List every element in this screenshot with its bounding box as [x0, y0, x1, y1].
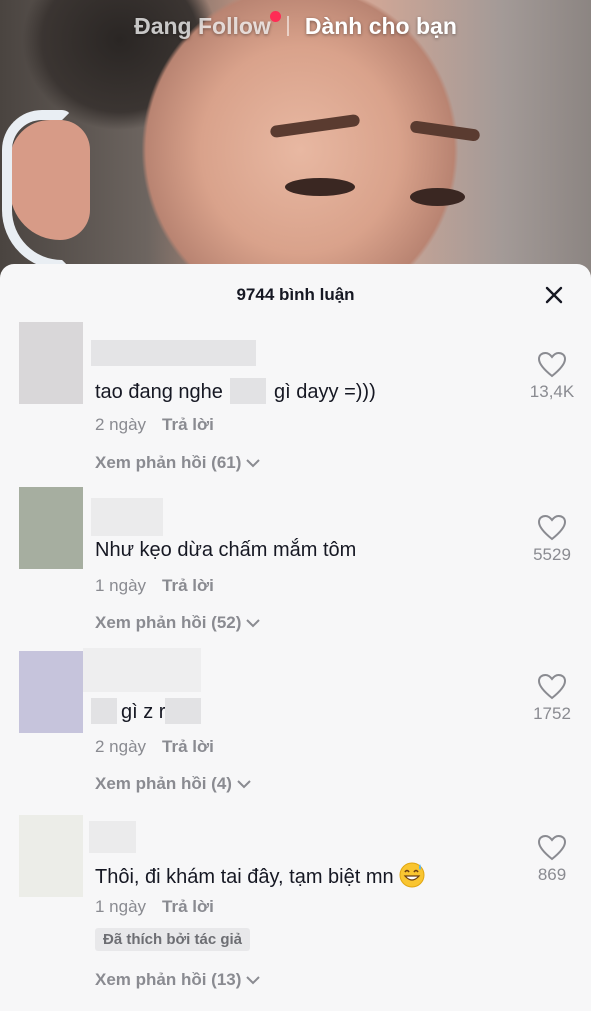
top-nav: Đang Follow Dành cho bạn — [0, 8, 591, 44]
comment-meta: 1 ngày Trả lời — [95, 576, 214, 596]
comment-date: 2 ngày — [95, 415, 147, 434]
avatar[interactable] — [19, 651, 83, 733]
comment-text-part: tao đang nghe — [95, 381, 223, 403]
comment-date: 1 ngày — [95, 576, 147, 595]
comment-date: 1 ngày — [95, 897, 147, 916]
video-eye-right — [410, 188, 465, 206]
like-button[interactable]: 13,4K — [527, 352, 577, 402]
comment-text: Như kẹo dừa chấm mắm tôm — [95, 539, 357, 561]
video-brow-left — [269, 113, 361, 139]
reply-button[interactable]: Trả lời — [162, 576, 214, 596]
like-count: 13,4K — [529, 382, 575, 401]
nav-divider — [286, 16, 289, 36]
reply-button[interactable]: Trả lời — [162, 737, 214, 757]
chevron-down-icon — [246, 619, 261, 628]
avatar[interactable] — [19, 322, 83, 404]
view-replies-label: Xem phản hồi (13) — [95, 970, 242, 989]
username-redacted[interactable] — [83, 648, 201, 692]
username-redacted[interactable] — [91, 498, 163, 536]
username-redacted[interactable] — [89, 821, 136, 853]
like-button[interactable]: 1752 — [527, 674, 577, 724]
reply-button[interactable]: Trả lời — [162, 897, 214, 917]
tab-following[interactable]: Đang Follow — [134, 10, 281, 40]
comment-text: tao đang nghe gì dayy =))) — [95, 378, 376, 404]
chevron-down-icon — [246, 976, 261, 985]
redacted-word — [165, 698, 202, 724]
comment-date: 2 ngày — [95, 737, 147, 756]
comments-count-title: 9744 bình luận — [236, 285, 355, 304]
like-count: 1752 — [533, 704, 571, 723]
comment-meta: 2 ngày Trả lời — [95, 415, 214, 435]
chevron-down-icon — [237, 780, 251, 789]
comment-text-part: gì z r — [121, 701, 166, 723]
redacted-word — [91, 698, 117, 724]
redacted-word — [230, 378, 267, 404]
avatar[interactable] — [19, 487, 83, 569]
close-button[interactable] — [541, 282, 567, 308]
heart-icon — [538, 835, 566, 861]
comment-text: gì z r — [91, 698, 202, 724]
view-replies-button[interactable]: Xem phản hồi (52) — [95, 613, 261, 633]
username-redacted[interactable] — [91, 340, 256, 366]
heart-icon — [538, 352, 566, 378]
like-button[interactable]: 869 — [527, 835, 577, 885]
comment-text: Thôi, đi khám tai đây, tạm biệt mn — [95, 862, 425, 889]
comment-meta: 2 ngày Trả lời — [95, 737, 214, 757]
tab-following-label: Đang Follow — [134, 12, 271, 39]
like-count: 869 — [537, 865, 567, 884]
comment-text-part: gì dayy =))) — [274, 381, 376, 403]
avatar[interactable] — [19, 815, 83, 897]
notification-dot — [269, 10, 281, 22]
view-replies-label: Xem phản hồi (52) — [95, 613, 242, 632]
view-replies-label: Xem phản hồi (61) — [95, 453, 242, 472]
grinning-sweat-emoji-icon — [399, 862, 425, 888]
heart-icon — [538, 515, 566, 541]
chevron-down-icon — [246, 459, 261, 468]
view-replies-button[interactable]: Xem phản hồi (4) — [95, 774, 252, 794]
comment-text-part: Thôi, đi khám tai đây, tạm biệt mn — [95, 866, 394, 888]
close-icon — [545, 286, 563, 304]
liked-by-creator-badge: Đã thích bởi tác giả — [95, 928, 251, 951]
like-count: 5529 — [533, 545, 571, 564]
video-mask-strap — [2, 110, 72, 270]
view-replies-button[interactable]: Xem phản hồi (13) — [95, 970, 261, 990]
video-eye-left — [285, 178, 355, 196]
video-brow-right — [409, 120, 481, 142]
like-button[interactable]: 5529 — [527, 515, 577, 565]
comment-meta: 1 ngày Trả lời — [95, 897, 214, 917]
view-replies-label: Xem phản hồi (4) — [95, 774, 232, 793]
reply-button[interactable]: Trả lời — [162, 415, 214, 435]
view-replies-button[interactable]: Xem phản hồi (61) — [95, 453, 261, 473]
comments-sheet: 9744 bình luận — [0, 264, 591, 1011]
comments-header: 9744 bình luận — [0, 264, 591, 326]
tab-for-you[interactable]: Dành cho bạn — [305, 13, 457, 40]
heart-icon — [538, 674, 566, 700]
